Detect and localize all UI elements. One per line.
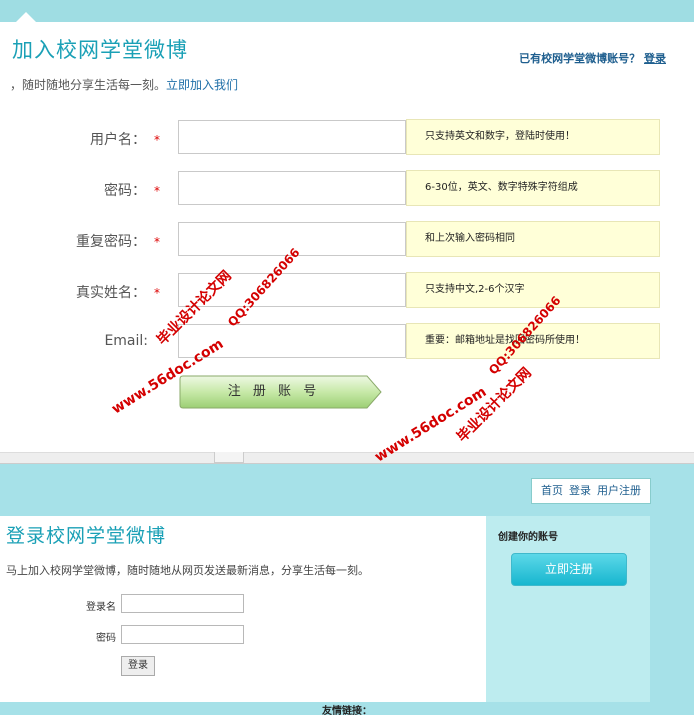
login-username-input[interactable] <box>121 594 244 613</box>
password-label-text: 密码： <box>104 183 146 199</box>
password-input[interactable] <box>178 171 406 205</box>
register-now-button[interactable]: 立即注册 <box>511 553 627 586</box>
login-subtitle: 马上加入校网学堂微博，随时随地从网页发送最新消息，分享生活每一刻。 <box>6 564 369 577</box>
nav-login[interactable]: 登录 <box>569 484 591 497</box>
section-divider <box>0 452 694 464</box>
username-input[interactable] <box>178 120 406 154</box>
register-submit-label: 注 册 账 号 <box>227 384 321 399</box>
real-name-label-text: 真实姓名： <box>76 285 146 301</box>
register-subtitle-text: ，随时随地分享生活每一刻。 <box>10 78 167 92</box>
create-account-panel <box>486 516 650 702</box>
login-password-input[interactable] <box>121 625 244 644</box>
repeat-password-hint: 和上次输入密码相同 <box>406 221 660 257</box>
login-link[interactable]: 登录 <box>644 52 666 65</box>
have-account: 已有校网学堂微博账号？ 登录 <box>519 50 666 66</box>
real-name-label: 真实姓名： * <box>30 282 160 302</box>
password-label: 密码： * <box>30 180 160 200</box>
login-username-label: 登录名 <box>86 602 116 613</box>
username-label: 用户名： * <box>30 129 160 149</box>
login-password-label: 密码 <box>96 633 116 644</box>
nav-register[interactable]: 用户注册 <box>597 484 641 497</box>
nav-home[interactable]: 首页 <box>541 484 563 497</box>
required-mark: * <box>154 184 160 198</box>
required-mark: * <box>154 133 160 147</box>
create-account-label: 创建你的账号 <box>498 532 558 543</box>
repeat-password-label-text: 重复密码： <box>76 234 146 250</box>
username-hint: 只支持英文和数字，登陆时使用！ <box>406 119 660 155</box>
register-submit-button[interactable]: 注 册 账 号 <box>179 375 383 409</box>
login-submit-button[interactable]: 登录 <box>121 656 155 676</box>
required-mark: * <box>154 235 160 249</box>
top-banner <box>0 0 694 22</box>
top-nav: 首页 登录 用户注册 <box>531 478 651 504</box>
email-label: Email: <box>104 333 148 349</box>
register-subtitle: ，随时随地分享生活每一刻。立即加入我们 <box>10 76 238 93</box>
login-title: 登录校网学堂微博 <box>6 525 167 547</box>
register-now-label: 立即注册 <box>544 562 593 576</box>
join-now-link[interactable]: 立即加入我们 <box>166 78 238 92</box>
password-hint: 6-30位，英文、数字特殊字符组成 <box>406 170 660 206</box>
banner-notch <box>16 12 36 22</box>
register-title: 加入校网学堂微博 <box>12 38 188 62</box>
username-label-text: 用户名： <box>90 132 146 148</box>
required-mark: * <box>154 286 160 300</box>
real-name-hint: 只支持中文,2-6个汉字 <box>406 272 660 308</box>
repeat-password-label: 重复密码： * <box>30 231 160 251</box>
divider-tab <box>214 452 244 463</box>
have-account-text: 已有校网学堂微博账号？ <box>519 52 641 65</box>
